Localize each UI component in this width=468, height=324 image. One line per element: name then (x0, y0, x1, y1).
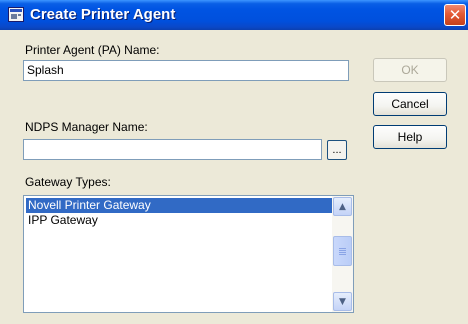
close-button[interactable]: ✕ (444, 4, 466, 26)
title-bar[interactable]: Create Printer Agent ✕ (0, 0, 468, 30)
pa-name-input[interactable] (27, 63, 345, 77)
arrow-up-icon: ▲ (339, 201, 346, 212)
scroll-thumb[interactable] (333, 236, 352, 266)
help-button[interactable]: Help (373, 125, 447, 149)
close-icon: ✕ (448, 6, 462, 24)
ndps-manager-input[interactable] (27, 142, 318, 156)
list-item[interactable]: Novell Printer Gateway (26, 198, 332, 213)
ok-button[interactable]: OK (373, 58, 447, 82)
scroll-up-button[interactable]: ▲ (333, 197, 352, 216)
list-scrollbar[interactable]: ▲ ▼ (332, 196, 353, 312)
cancel-button[interactable]: Cancel (373, 92, 447, 116)
arrow-down-icon: ▼ (339, 296, 346, 307)
pa-name-field[interactable] (23, 60, 349, 81)
printer-agent-icon (8, 7, 24, 22)
ndps-manager-label: NDPS Manager Name: (25, 120, 148, 134)
scroll-down-button[interactable]: ▼ (333, 292, 352, 311)
ndps-manager-field[interactable] (23, 139, 322, 160)
list-item[interactable]: IPP Gateway (26, 213, 98, 228)
gateway-types-list[interactable]: Novell Printer Gateway IPP Gateway ▲ ▼ (23, 195, 354, 313)
window-title: Create Printer Agent (30, 6, 176, 23)
browse-button[interactable]: ... (327, 140, 347, 160)
pa-name-label: Printer Agent (PA) Name: (25, 43, 160, 57)
gateway-types-label: Gateway Types: (25, 175, 111, 189)
